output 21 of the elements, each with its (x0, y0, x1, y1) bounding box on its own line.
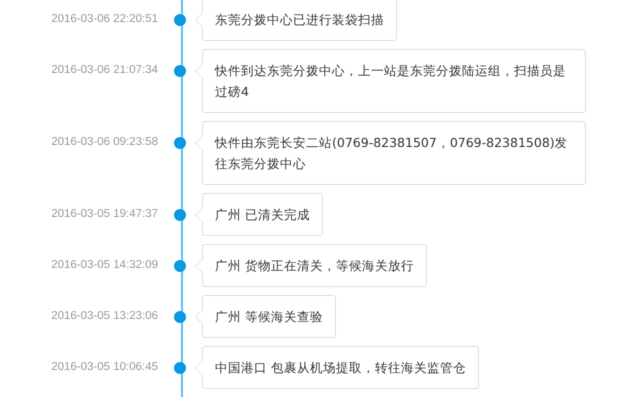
timeline-dot (174, 65, 186, 77)
event-message: 广州 已清关完成 (202, 193, 323, 236)
event-message: 广州 等候海关查验 (202, 295, 336, 338)
event-message: 广州 货物正在清关，等候海关放行 (202, 244, 427, 287)
timeline-dot (174, 137, 186, 149)
event-message: 快件到达东莞分拨中心，上一站是东莞分拨陆运组，扫描员是过磅4 (202, 49, 586, 113)
timeline-dot (174, 311, 186, 323)
timeline-dot (174, 14, 186, 26)
event-message: 快件由东莞长安二站(0769-82381507，0769-82381508)发往东莞分拨中心 (202, 121, 586, 185)
event-time: 2016-03-05 13:23:06 (51, 310, 158, 322)
event-time: 2016-03-05 19:47:37 (51, 208, 158, 220)
timeline-dot (174, 260, 186, 272)
event-time: 2016-03-05 10:06:45 (51, 361, 158, 373)
event-message: 中国港口 包裹从机场提取，转往海关监管仓 (202, 346, 479, 389)
event-message: 东莞分拨中心已进行装袋扫描 (202, 0, 397, 41)
event-time: 2016-03-06 09:23:58 (51, 136, 158, 148)
event-time: 2016-03-05 14:32:09 (51, 259, 158, 271)
event-time: 2016-03-06 21:07:34 (51, 64, 158, 76)
timeline-dot (174, 209, 186, 221)
event-time: 2016-03-06 22:20:51 (51, 13, 158, 25)
timeline-dot (174, 362, 186, 374)
